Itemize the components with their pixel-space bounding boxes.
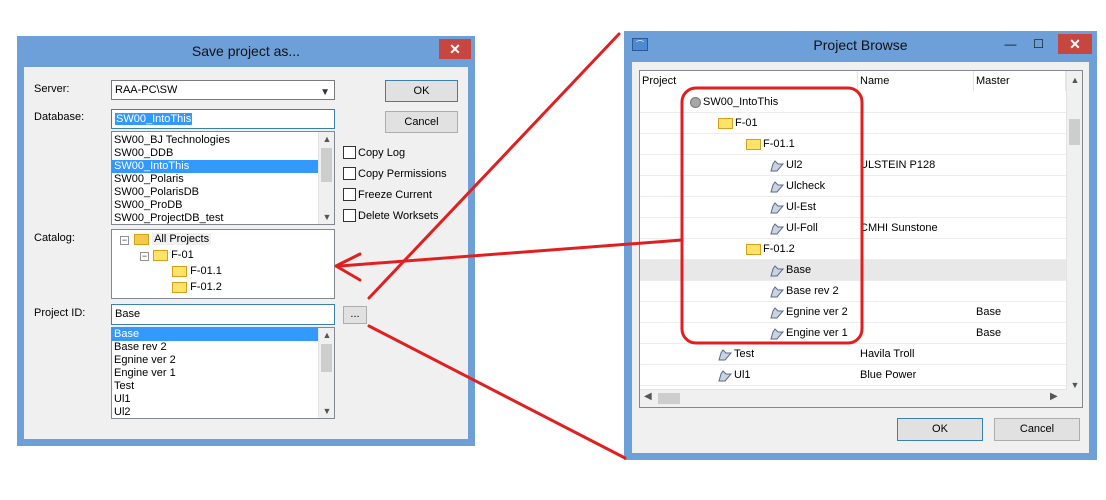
annotation-arrow-line (338, 238, 684, 268)
highlight-rounded-rectangle (680, 86, 864, 345)
annotation-line (367, 32, 621, 300)
annotation-overlay (334, 32, 864, 460)
arrowhead-icon (334, 252, 362, 282)
annotation-line (367, 324, 627, 460)
